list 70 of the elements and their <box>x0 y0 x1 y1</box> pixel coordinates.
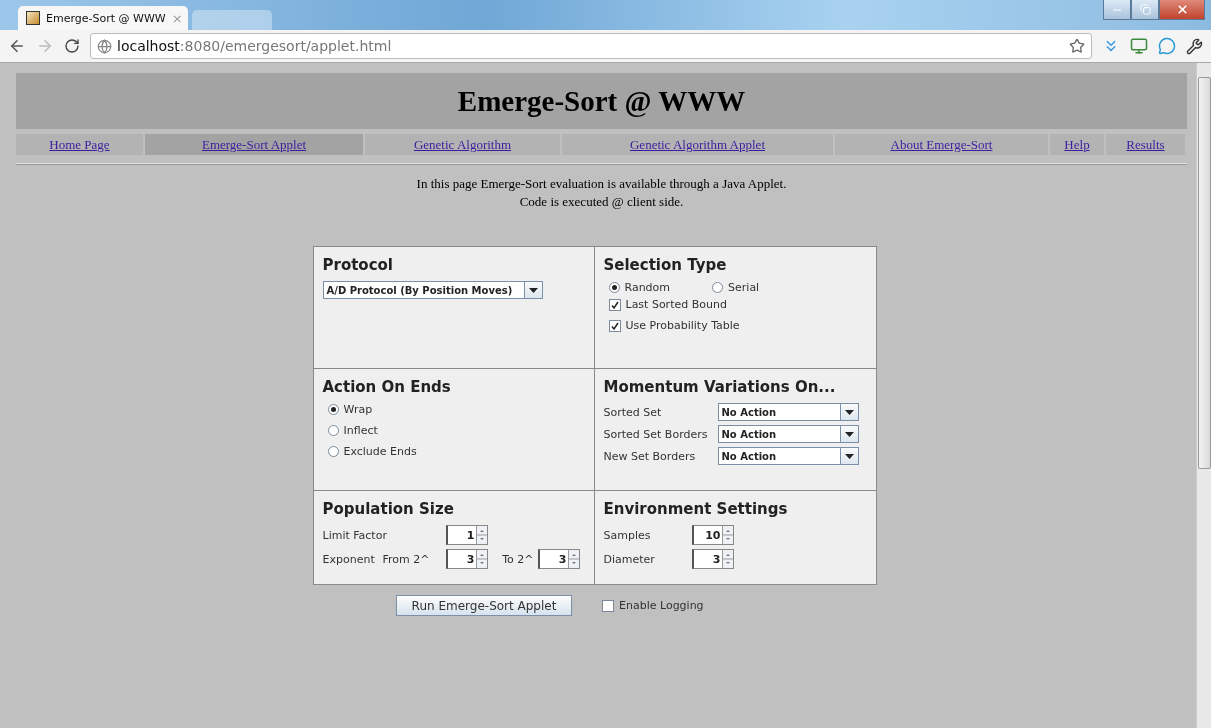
run-button[interactable]: Run Emerge-Sort Applet <box>396 595 572 616</box>
radio-option[interactable]: Serial <box>712 281 760 294</box>
radio-option[interactable]: Inflect <box>327 424 585 437</box>
nav-link[interactable]: Emerge-Sort Applet <box>145 134 365 155</box>
caret-icon <box>839 404 858 420</box>
browser-tab[interactable]: Emerge-Sort @ WWW × <box>18 6 188 30</box>
wrench-icon[interactable] <box>1186 37 1203 55</box>
section-title: Environment Settings <box>603 500 789 518</box>
intro-text: Code is executed @ client side. <box>518 193 685 211</box>
reload-icon[interactable] <box>64 38 80 54</box>
field-label: Sorted Set <box>603 405 663 419</box>
tab-title: Emerge-Sort @ WWW <box>46 11 166 25</box>
intro-text: In this page Emerge-Sort evaluation is available through a Java Applet. <box>415 175 788 193</box>
field-label: Exponent <box>322 552 376 566</box>
radio-option[interactable]: Random <box>608 281 671 294</box>
restore-icon <box>1139 4 1151 15</box>
spinner-arrows-icon <box>475 550 487 568</box>
field-label: Diameter <box>603 552 656 566</box>
nav-link[interactable]: Help <box>1050 134 1106 155</box>
field-label: From 2^ <box>382 552 431 566</box>
nav-link[interactable]: Results <box>1106 134 1187 155</box>
dropdown[interactable]: No Action <box>717 403 859 421</box>
radio-option[interactable]: Wrap <box>327 403 585 416</box>
chat-icon[interactable] <box>1158 37 1176 55</box>
globe-icon <box>97 38 112 54</box>
nav-link[interactable]: Genetic Algorithm Applet <box>562 134 835 155</box>
spinner-field[interactable]: 1 <box>445 525 488 545</box>
restore-button[interactable] <box>1131 0 1159 20</box>
section-title: Protocol <box>322 256 394 274</box>
caret-icon <box>839 426 858 442</box>
dropdown[interactable]: No Action <box>717 425 859 443</box>
radio-option[interactable]: Exclude Ends <box>327 445 585 458</box>
spinner-field[interactable]: 3 <box>445 549 488 569</box>
nav-link[interactable]: Home Page <box>16 134 145 155</box>
field-label: Samples <box>603 528 652 542</box>
section-title: Action On Ends <box>322 378 452 396</box>
close-button[interactable] <box>1159 0 1205 20</box>
checkbox-option[interactable]: Enable Logging <box>602 599 704 612</box>
scrollbar[interactable] <box>1196 63 1211 728</box>
section-title: Momentum Variations On... <box>603 378 837 396</box>
dropdown[interactable]: No Action <box>717 447 859 465</box>
spinner-arrows-icon <box>721 550 733 568</box>
field-label: Limit Factor <box>322 528 388 542</box>
monitor-icon[interactable] <box>1130 37 1148 55</box>
nav-link[interactable]: About Emerge-Sort <box>835 134 1050 155</box>
spinner-arrows-icon <box>475 526 487 544</box>
nav-link[interactable]: Genetic Algorithm <box>365 134 562 155</box>
address-bar[interactable]: localhost:8080/emergesort/applet.html <box>90 33 1092 59</box>
spinner-arrows-icon <box>567 550 579 568</box>
spinner-field[interactable]: 3 <box>691 549 734 569</box>
star-icon[interactable] <box>1069 38 1085 54</box>
dropdown[interactable]: A/D Protocol (By Position Moves) <box>322 281 543 299</box>
checkbox-option[interactable]: Use Probability Table <box>608 319 867 332</box>
minimize-button[interactable] <box>1103 0 1131 20</box>
checkbox-option[interactable]: Last Sorted Bound <box>608 298 867 311</box>
caret-icon <box>523 282 542 298</box>
close-icon <box>1175 3 1189 16</box>
section-title: Selection Type <box>603 256 728 274</box>
field-label: New Set Borders <box>603 449 697 463</box>
favicon-icon <box>26 11 40 25</box>
page-title: Emerge-Sort @ WWW <box>457 84 746 118</box>
field-label: Sorted Set Borders <box>603 427 709 441</box>
field-label: To 2^ <box>501 552 535 566</box>
spinner-arrows-icon <box>721 526 733 544</box>
caret-icon <box>839 448 858 464</box>
back-icon[interactable] <box>8 37 26 55</box>
spinner-field[interactable]: 3 <box>537 549 580 569</box>
section-title: Population Size <box>322 500 455 518</box>
scrollbar-thumb[interactable] <box>1197 77 1211 469</box>
spinner-field[interactable]: 10 <box>691 525 734 545</box>
